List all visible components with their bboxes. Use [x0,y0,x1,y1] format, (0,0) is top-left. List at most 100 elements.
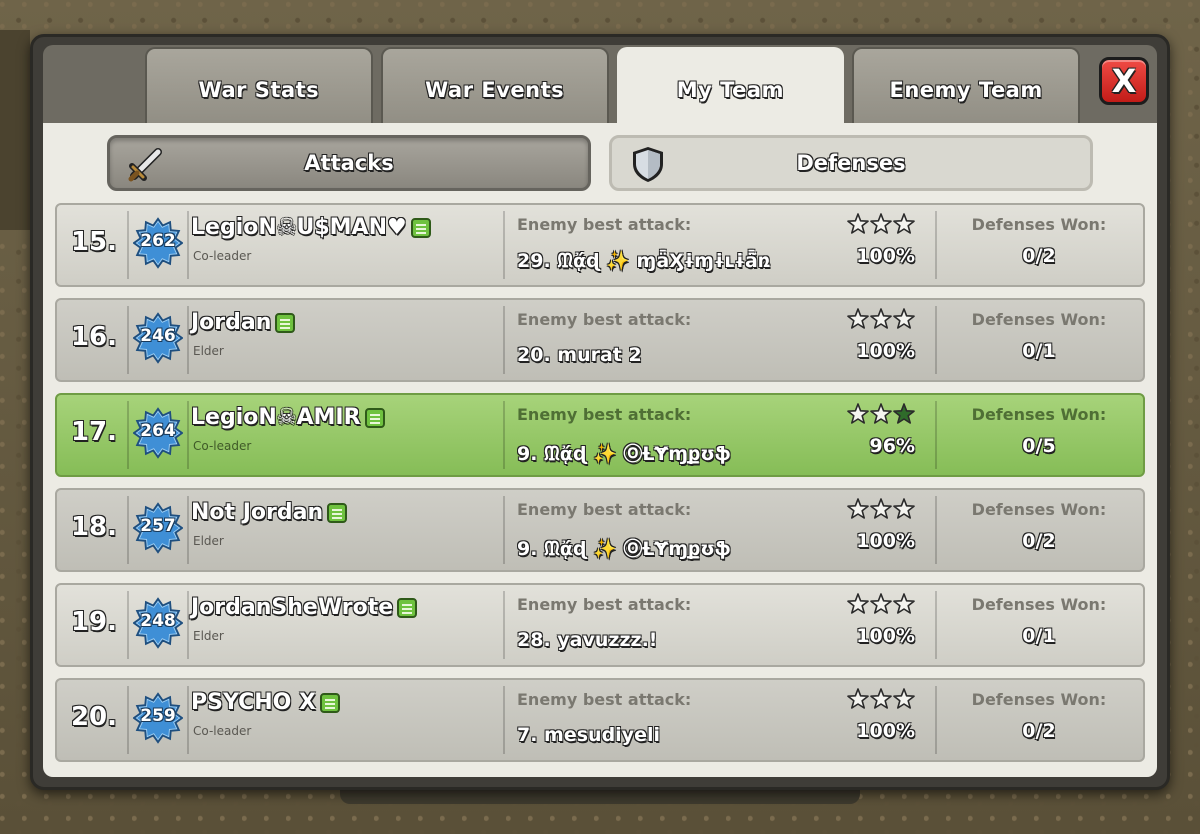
enemy-best-attack-value: 9. ᙢᾄɖ ✨ ⓄȽɎɱքʊֆ [517,443,731,465]
star-icon [893,213,915,234]
tab-war-events[interactable]: War Events [380,47,609,131]
defenses-won-value: 0/1 [1022,340,1056,362]
attacks-toggle-button[interactable]: Attacks [107,135,591,191]
divider [935,306,937,374]
player-row[interactable]: 15. 262 LegioN☠U$MAN♥ Co-leader Enemy be… [55,203,1145,287]
team-panel: Attacks Defenses 15. 262 LegioN☠U$MAN♥ C… [43,123,1157,777]
player-role: Elder [193,344,224,358]
player-rank: 20. [70,702,118,732]
divider [127,686,129,754]
player-rank: 16. [70,322,118,352]
enemy-best-attack-value: 20. murat 2 [517,344,642,366]
divider [187,306,189,374]
player-name: LegioN☠U$MAN♥ [191,215,407,240]
tab-bar: War Stats War Events My Team Enemy Team [145,45,1080,131]
destruction-percent: 96% [869,435,915,457]
enemy-best-attack-label: Enemy best attack: [517,215,692,234]
player-rank: 17. [70,417,118,447]
star-icon [847,593,869,614]
star-icon [870,403,892,424]
player-row[interactable]: 17. 264 LegioN☠AMIR Co-leader Enemy best… [55,393,1145,477]
divider [127,306,129,374]
divider [935,211,937,279]
divider [187,496,189,564]
war-stats-window: War Stats War Events My Team Enemy Team … [30,34,1170,790]
defenses-won-value: 0/2 [1022,530,1056,552]
town-hall-level-badge: 248 [132,597,184,649]
player-name: LegioN☠AMIR [191,405,361,430]
profile-card-icon [410,217,431,238]
divider [935,686,937,754]
town-hall-level: 248 [140,611,176,631]
player-name-wrap: PSYCHO X [191,690,340,715]
player-name-wrap: Jordan [191,310,296,335]
divider [935,496,937,564]
player-name-wrap: LegioN☠U$MAN♥ [191,215,431,240]
defenses-label: Defenses [796,151,906,175]
player-row[interactable]: 20. 259 PSYCHO X Co-leader Enemy best at… [55,678,1145,762]
star-icon [847,498,869,519]
player-role: Co-leader [193,439,252,453]
star-icon [870,498,892,519]
town-hall-level-badge: 257 [132,502,184,554]
player-rank: 15. [70,227,118,257]
divider [187,686,189,754]
destruction-percent: 100% [856,530,915,552]
enemy-best-attack-value: 29. ᙢᾄɖ ✨ ɱǟӼɨɱɨʟɨǟ̃ռ [517,250,771,272]
town-hall-level: 264 [140,421,176,441]
stars-rating [847,403,915,425]
town-hall-level: 257 [140,516,176,536]
enemy-best-attack-value: 9. ᙢᾄɖ ✨ ⓄȽɎɱքʊֆ [517,538,731,560]
tab-war-stats[interactable]: War Stats [145,47,373,131]
destruction-percent: 100% [856,340,915,362]
town-hall-level: 262 [140,231,176,251]
divider [127,211,129,279]
player-name-wrap: LegioN☠AMIR [191,405,385,430]
star-icon [893,593,915,614]
player-name-wrap: Not Jordan [191,500,348,525]
divider [503,306,505,374]
defenses-won-value: 0/5 [1022,435,1056,457]
defenses-toggle-button[interactable]: Defenses [609,135,1093,191]
enemy-best-attack-value: 7. mesudiyeli [517,724,660,746]
stars-rating [847,593,915,615]
player-name: PSYCHO X [191,690,316,715]
star-icon [893,498,915,519]
player-role: Elder [193,534,224,548]
close-button[interactable]: X [1099,57,1149,105]
close-icon: X [1111,62,1137,100]
defenses-won-label: Defenses Won: [971,690,1107,709]
stars-rating [847,213,915,235]
enemy-best-attack-label: Enemy best attack: [517,310,692,329]
tab-my-team[interactable]: My Team [616,47,845,131]
player-list: 15. 262 LegioN☠U$MAN♥ Co-leader Enemy be… [55,203,1145,773]
destruction-percent: 100% [856,720,915,742]
shield-icon [633,147,663,182]
background-side-ui [0,30,30,230]
divider [503,686,505,754]
divider [935,401,937,469]
stars-rating [847,308,915,330]
enemy-best-attack-value: 28. yavuzzz.! [517,629,658,651]
town-hall-level-badge: 246 [132,312,184,364]
enemy-best-attack-label: Enemy best attack: [517,690,692,709]
town-hall-level-badge: 259 [132,692,184,744]
star-icon [847,403,869,424]
sword-icon [128,148,162,182]
player-row[interactable]: 16. 246 Jordan Elder Enemy best attack: … [55,298,1145,382]
defenses-won-value: 0/2 [1022,245,1056,267]
enemy-best-attack-label: Enemy best attack: [517,405,692,424]
enemy-best-attack-label: Enemy best attack: [517,595,692,614]
star-icon [893,403,915,424]
divider [187,211,189,279]
player-role: Elder [193,629,224,643]
defenses-won-label: Defenses Won: [971,500,1107,519]
player-name: JordanSheWrote [191,595,394,620]
star-icon [870,308,892,329]
player-row[interactable]: 18. 257 Not Jordan Elder Enemy best atta… [55,488,1145,572]
divider [503,591,505,659]
player-row[interactable]: 19. 248 JordanSheWrote Elder Enemy best … [55,583,1145,667]
tab-enemy-team[interactable]: Enemy Team [852,47,1080,131]
player-name-wrap: JordanSheWrote [191,595,418,620]
divider [187,401,189,469]
